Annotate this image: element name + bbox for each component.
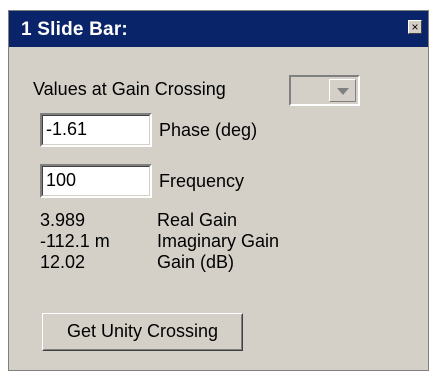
- frequency-field[interactable]: 100: [40, 164, 152, 198]
- slide-bar-window: 1 Slide Bar: × Values at Gain Crossing -…: [8, 10, 429, 371]
- gain-db-label: Gain (dB): [157, 252, 235, 272]
- imaginary-gain-label: Imaginary Gain: [157, 231, 280, 251]
- title-bar[interactable]: 1 Slide Bar: ×: [9, 11, 428, 47]
- real-gain-label: Real Gain: [157, 210, 238, 230]
- frequency-value: 100: [46, 170, 77, 190]
- gain-crossing-label: Values at Gain Crossing: [33, 79, 226, 99]
- frequency-label: Frequency: [159, 171, 245, 191]
- phase-value: -1.61: [46, 119, 88, 139]
- get-unity-crossing-button[interactable]: Get Unity Crossing: [42, 313, 243, 351]
- window-title: 1 Slide Bar:: [21, 19, 128, 40]
- chevron-down-icon: [337, 88, 349, 95]
- real-gain-value: 3.989: [40, 210, 86, 230]
- gain-crossing-select[interactable]: [289, 75, 360, 106]
- dropdown-arrow-button[interactable]: [329, 79, 356, 102]
- gain-db-value: 12.02: [40, 252, 86, 272]
- close-icon[interactable]: ×: [408, 20, 422, 34]
- imaginary-gain-value: -112.1 m: [40, 231, 110, 251]
- phase-field[interactable]: -1.61: [40, 113, 152, 147]
- phase-label: Phase (deg): [159, 120, 258, 140]
